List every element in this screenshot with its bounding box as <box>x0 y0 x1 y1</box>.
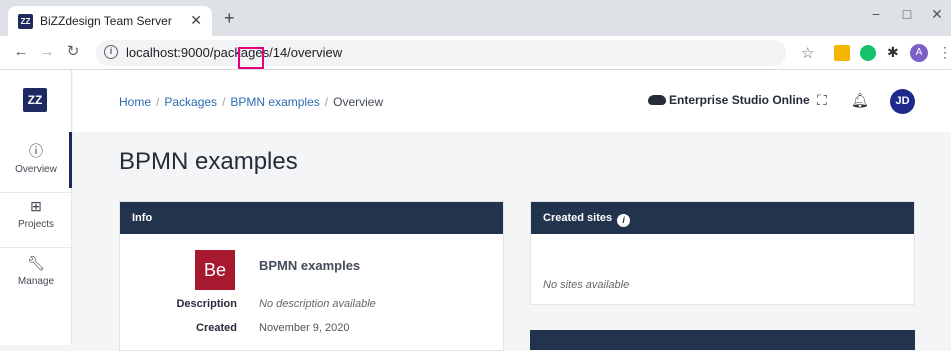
cloud-icon <box>648 95 666 105</box>
extensions-puzzle-icon[interactable]: ✱ <box>887 44 899 61</box>
description-value: No description available <box>259 298 376 310</box>
bell-icon[interactable]: 🔔︎ <box>851 92 869 109</box>
sidebar-item-overview[interactable]: ⓘ Overview <box>0 142 72 175</box>
package-icon: Be <box>195 250 235 290</box>
breadcrumb-packages[interactable]: Packages <box>164 95 217 109</box>
browser-tabbar: ZZ BiZZdesign Team Server ✕ + − □ ✕ <box>0 0 951 36</box>
sidebar-item-label: Overview <box>15 164 57 175</box>
created-sites-header: Created sites i <box>531 202 914 234</box>
briefcase-icon: ⊞ <box>30 198 42 214</box>
info-icon: ⓘ <box>29 143 43 159</box>
grammarly-icon[interactable] <box>860 45 876 61</box>
breadcrumb-current: Overview <box>333 95 384 109</box>
description-label: Description <box>176 298 237 310</box>
url-text: localhost:9000/packages/14/overview <box>126 45 343 60</box>
maximize-button[interactable]: □ <box>897 6 917 22</box>
avatar[interactable]: JD <box>890 89 915 114</box>
profile-avatar-icon[interactable]: A <box>910 44 928 62</box>
app-logo[interactable]: ZZ <box>23 88 47 112</box>
no-sites-text: No sites available <box>543 279 630 291</box>
wrench-icon: 🔧︎ <box>27 255 45 271</box>
forward-arrow-icon[interactable]: → <box>38 44 56 60</box>
breadcrumb: Home / Packages / BPMN examples / Overview <box>119 95 384 109</box>
fullscreen-icon[interactable]: ⛶ <box>817 92 827 109</box>
minimize-button[interactable]: − <box>866 6 886 22</box>
sidebar-item-projects[interactable]: ⊞ Projects <box>0 197 72 230</box>
package-name: BPMN examples <box>259 258 361 273</box>
created-sites-card: Created sites i No sites available <box>530 201 915 305</box>
created-label: Created <box>196 322 237 334</box>
nav-divider <box>0 247 72 248</box>
tab-close-icon[interactable]: ✕ <box>190 12 202 29</box>
nav-divider <box>0 192 72 193</box>
info-card: Info Be BPMN examples Description No des… <box>119 201 504 351</box>
tab-title: BiZZdesign Team Server <box>40 14 172 28</box>
browser-menu-icon[interactable]: ⋮ <box>938 44 951 61</box>
activity-card <box>530 330 915 350</box>
back-arrow-icon[interactable]: ← <box>12 44 30 60</box>
new-tab-icon[interactable]: + <box>224 9 235 27</box>
info-icon[interactable]: i <box>617 214 631 227</box>
site-info-icon[interactable]: i <box>104 45 118 59</box>
created-sites-title: Created sites <box>543 212 613 224</box>
bookmark-star-icon[interactable]: ☆ <box>801 44 814 62</box>
active-nav-indicator <box>69 132 72 188</box>
breadcrumb-package[interactable]: BPMN examples <box>230 95 319 109</box>
breadcrumb-home[interactable]: Home <box>119 95 151 109</box>
close-window-button[interactable]: ✕ <box>927 6 947 23</box>
app-header: Home / Packages / BPMN examples / Overview Ent… <box>73 70 951 132</box>
browser-toolbar: ← → ↻ i localhost:9000/packages/14/overv… <box>0 36 951 70</box>
sidebar-item-label: Manage <box>17 276 55 287</box>
sidebar-item-manage[interactable]: 🔧︎ Manage <box>0 254 72 287</box>
reload-icon[interactable]: ↻ <box>64 44 82 60</box>
enterprise-studio-label: Enterprise Studio Online <box>669 93 810 107</box>
created-value: November 9, 2020 <box>259 322 350 334</box>
enterprise-studio-link[interactable]: Enterprise Studio Online <box>648 93 810 107</box>
activity-card-header <box>530 330 915 350</box>
url-highlight-annotation <box>238 47 264 69</box>
sidebar-item-label: Projects <box>17 219 55 230</box>
page-title: BPMN examples <box>119 148 298 175</box>
browser-tab[interactable]: ZZ BiZZdesign Team Server ✕ <box>8 6 212 36</box>
address-bar[interactable]: i localhost:9000/packages/14/overview <box>96 40 786 66</box>
tab-favicon: ZZ <box>18 14 33 29</box>
info-card-header: Info <box>120 202 503 234</box>
app-sidebar: ZZ ⓘ Overview ⊞ Projects 🔧︎ Manage <box>0 70 72 345</box>
extension-icon[interactable] <box>834 45 850 61</box>
